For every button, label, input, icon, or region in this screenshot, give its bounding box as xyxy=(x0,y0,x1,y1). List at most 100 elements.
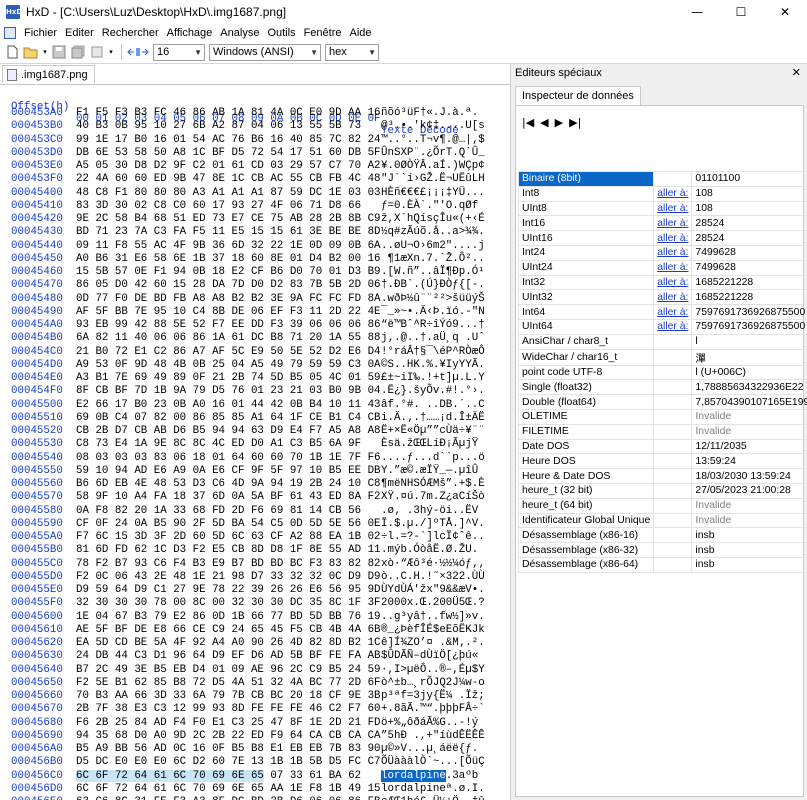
inspector-field-value[interactable]: Invalide xyxy=(691,512,807,529)
inspector-field-value[interactable]: Invalide xyxy=(691,408,807,425)
document-system-icon[interactable] xyxy=(4,27,16,39)
row-bytes[interactable]: 83 3D 30 02 C8 C0 60 17 93 27 4F 06 71 D… xyxy=(76,200,368,213)
inspector-field-value[interactable]: Invalide xyxy=(691,423,807,440)
row-text[interactable]: ·,I>µëÔ..®–,Éµ$Y xyxy=(381,664,485,677)
row-bytes[interactable]: 6C 6F 72 64 61 6C 70 69 6E 65 07 33 61 B… xyxy=(76,769,368,783)
inspector-row[interactable]: UInt24 aller à: 7499628 xyxy=(517,259,807,276)
row-text[interactable]: ÕÜàààlÒ`~...[ÕüÇ xyxy=(381,756,485,769)
selected-text[interactable]: lordalpine xyxy=(381,769,446,782)
menu-aide[interactable]: Aide xyxy=(345,27,375,39)
row-bytes[interactable]: CB 2B D7 CB AB D6 B5 94 94 63 D9 E4 F7 A… xyxy=(76,425,381,438)
inspector-row[interactable]: Date DOS 12/11/2035 xyxy=(517,438,807,455)
row-text[interactable]: ®_¿ÞèfÎÉ$eEõËKJk xyxy=(381,624,485,637)
row-bytes[interactable]: BD 71 23 7A C3 FA F5 11 E5 15 15 61 3E B… xyxy=(76,226,381,239)
row-text[interactable]: ò^±b…¸rÕJQ2J¼w-o xyxy=(381,677,485,690)
row-bytes[interactable]: EA 5D CD BE 5A 4F 92 A4 A0 90 26 4D 82 8… xyxy=(76,637,381,650)
row-bytes[interactable]: 1E 04 67 B3 79 E2 86 0D 1B 66 77 BD 5D B… xyxy=(76,611,381,624)
inspector-field-value[interactable]: l (U+006C) xyxy=(691,364,807,381)
remaining-text[interactable]: .3aºb xyxy=(446,770,478,782)
inspector-row[interactable]: heure_t (64 bit) Invalide xyxy=(517,497,807,514)
row-bytes[interactable]: 22 4A 60 60 ED 9B 47 8E 1C CB AC 55 CB F… xyxy=(76,173,381,186)
row-bytes[interactable]: F2 0C 06 43 2E 48 1E 21 98 D7 33 32 32 0… xyxy=(76,571,381,584)
minimize-button[interactable]: — xyxy=(675,0,719,24)
row-bytes[interactable]: 0A F8 82 20 1A 33 68 FD 2D F6 69 81 14 C… xyxy=(76,505,368,518)
row-text[interactable]: .Ë¿}.šyÕv.#!.°›. xyxy=(381,385,485,398)
inspector-field-value[interactable]: 108 xyxy=(691,200,807,217)
row-text[interactable]: ÙYdÙÁ'žx"9&&æV•. xyxy=(381,584,485,597)
row-bytes[interactable]: AE 5F BF DE E8 66 CE C9 24 65 45 F5 CB 4… xyxy=(76,624,381,637)
inspector-row[interactable]: UInt16 aller à: 28524 xyxy=(517,230,807,246)
row-bytes[interactable]: 59 10 94 AD E6 A9 0A E6 CF 9F 5F 97 10 B… xyxy=(76,465,381,478)
row-bytes[interactable]: A0 B6 31 E6 58 6E 1B 37 18 60 8E 01 D4 B… xyxy=(76,253,381,266)
row-bytes[interactable]: AF 5F BB 7E 95 10 C4 8B DE 06 EF F3 11 2… xyxy=(76,306,381,319)
row-text[interactable]: ž,X´hQísçÎu«(+‹É xyxy=(381,213,485,226)
row-text[interactable]: £±~iI‰.!+t]µ.L.Y xyxy=(381,372,485,385)
panel-close-icon[interactable]: ✕ xyxy=(792,66,801,79)
row-bytes[interactable]: A3 B1 7E 69 49 89 0F 21 2B 74 5D B5 05 4… xyxy=(76,372,381,385)
inspector-row[interactable]: FILETIME Invalide xyxy=(517,423,807,440)
row-bytes[interactable]: A9 53 0F 9D 48 4B 0B 25 04 A5 49 79 59 5… xyxy=(76,359,381,372)
row-bytes[interactable]: 8F CB BF 7D 1B 9A 79 D5 76 01 23 21 03 B… xyxy=(76,385,381,398)
row-text[interactable]: µ©»V­...µ¸áëë{ƒ. xyxy=(381,743,478,756)
inspector-row[interactable]: WideChar / char16_t 潬 xyxy=(517,348,807,366)
row-text[interactable]: ò..C.H.!˜×322.ÙÙ xyxy=(381,571,485,584)
row-bytes[interactable]: F2 5E B1 62 85 B8 72 D5 4A 51 32 4A BC 7… xyxy=(76,677,381,690)
row-text[interactable]: j‚.@..†.aÜ¸q .Uˆ xyxy=(381,332,485,345)
row-text[interactable]: ñõó³üF†«.J.à.ª. xyxy=(381,107,478,120)
inspector-field-value[interactable]: 1,78885634322936E22 xyxy=(691,379,807,396)
inspector-row[interactable]: UInt64 aller à: 7597691736926875500 xyxy=(517,318,807,335)
inspector-field-value[interactable]: 108 xyxy=(691,185,807,202)
row-bytes[interactable]: B7 2C 49 3E B5 EB D4 01 09 AE 96 2C C9 B… xyxy=(76,664,381,677)
row-text[interactable]: ™..°..T¬v¶.@…|‚$ xyxy=(381,134,485,147)
inspector-row[interactable]: Int32 aller à: 1685221228 xyxy=(517,274,807,291)
row-text[interactable]: Ë+×Ë«Öµ””cÙä÷¥¨¨ xyxy=(381,425,485,438)
row-bytes[interactable]: 99 1E 17 B0 16 01 54 AC 76 B6 16 40 85 7… xyxy=(76,134,381,147)
row-text[interactable]: +.8ãÃ.™“.þþþFÂ÷` xyxy=(381,703,485,716)
inspector-field-value[interactable]: 28524 xyxy=(691,215,807,232)
menu-outils[interactable]: Outils xyxy=(263,27,299,39)
row-bytes[interactable]: CF 0F 24 0A B5 90 2F 5D BA 54 C5 0D 5D 5… xyxy=(76,518,381,531)
dropdown-arrow-icon[interactable]: ▾ xyxy=(42,44,48,60)
selected-bytes[interactable]: 6C 6F 72 64 61 6C 70 69 6E 65 xyxy=(76,769,264,782)
inspector-field-value[interactable]: 1685221228 xyxy=(691,274,807,291)
inspector-field-value[interactable]: 12/11/2035 xyxy=(691,438,807,455)
inspector-field-value[interactable]: insb xyxy=(691,527,807,544)
inspector-row[interactable]: Désassemblage (x86-16) insb xyxy=(517,527,807,544)
row-bytes[interactable]: 6A 82 11 40 06 06 86 1A 61 DC B8 71 20 1… xyxy=(76,332,381,345)
inspector-row[interactable]: Int16 aller à: 28524 xyxy=(517,215,807,232)
remaining-bytes[interactable]: 07 33 61 BA 62 xyxy=(264,770,368,782)
inspector-row[interactable]: Int24 aller à: 7499628 xyxy=(517,244,807,261)
inspector-field-value[interactable]: 7,85704390107165E199 xyxy=(691,394,807,410)
row-bytes[interactable]: F1 F5 F3 B3 FC 46 86 AB 1A 81 4A 0C E0 9… xyxy=(76,107,381,120)
inspector-row[interactable]: Heure DOS 13:59:24 xyxy=(517,453,807,470)
row-bytes[interactable]: D5 DC E0 E0 E0 6C D2 60 7E 13 1B 1B 5B D… xyxy=(76,756,381,769)
row-text[interactable]: XŸ.¤ú.7m.Z¿aCíŠò xyxy=(381,491,485,504)
row-bytes[interactable]: 94 35 68 D0 A0 9D 2C 2B 22 ED F9 64 CA C… xyxy=(76,730,381,743)
row-bytes[interactable]: 09 11 F8 55 AC 4F 9B 36 6D 32 22 1E 0D 0… xyxy=(76,240,381,253)
row-bytes[interactable]: C8 73 E4 1A 9E 8C 8C 4C ED D0 A1 C3 B5 6… xyxy=(76,438,368,451)
row-bytes[interactable]: F7 6C 15 3D 3F 2D 60 5D 6C 63 CF A2 88 E… xyxy=(76,531,381,544)
menu-rechercher[interactable]: Rechercher xyxy=(98,27,163,39)
row-bytes[interactable]: 48 C8 F1 80 80 80 A3 A1 A1 A1 87 59 DC 1… xyxy=(76,187,381,200)
row-bytes[interactable]: DB 6E 53 58 50 A8 1C BF D5 72 54 17 51 6… xyxy=(76,147,381,160)
row-bytes[interactable]: 32 30 30 30 78 00 8C 00 32 30 30 DC 35 8… xyxy=(76,597,381,610)
inspector-field-value[interactable]: 7597691736926875500 xyxy=(691,318,807,335)
inspector-row[interactable]: Désassemblage (x86-64) insb xyxy=(517,556,807,573)
goto-link[interactable]: aller à: xyxy=(653,230,693,246)
inspector-field-value[interactable]: 28524 xyxy=(691,230,807,246)
row-text[interactable]: Ï.$.µ./]ºTÅ.]^V. xyxy=(381,518,485,531)
row-text[interactable]: ..øU¬O›6m2"....j xyxy=(381,240,485,253)
row-text[interactable]: ö+%„­ôðáÃ%G..-!ý xyxy=(381,717,478,730)
row-text[interactable]: .ø‚ .3hý-öi..ËV xyxy=(381,505,478,518)
row-bytes[interactable]: 9E 2C 58 B4 68 51 ED 73 E7 CE 75 AB 28 2… xyxy=(76,213,381,226)
menu-editer[interactable]: Editer xyxy=(61,27,98,39)
row-text[interactable]: ¶1æXn.7.`Ž.Ô².. xyxy=(381,253,484,266)
row-bytes[interactable]: B5 A9 BB 56 AD 0C 16 0F B5 B8 E1 EB EB 7… xyxy=(76,743,381,756)
row-text[interactable]: ....ƒ...d``p...ö xyxy=(381,452,485,465)
row-text[interactable]: 2000x.Œ.200Ü5Œ.? xyxy=(381,597,485,610)
row-bytes[interactable]: 21 B0 72 E1 C2 86 A7 AF 5C E9 50 5E 52 D… xyxy=(76,346,381,359)
row-bytes[interactable]: 86 05 D0 42 60 15 28 DA 7D D0 D2 83 7B 5… xyxy=(76,279,381,292)
row-text[interactable]: .[W.ñ”..âÏ¶Ðp.Ó¹ xyxy=(381,266,485,279)
row-text[interactable]: ¯_»~•.Ä‹Þ.ïó.-"N xyxy=(381,306,485,319)
inspector-row[interactable]: OLETIME Invalide xyxy=(517,408,807,425)
